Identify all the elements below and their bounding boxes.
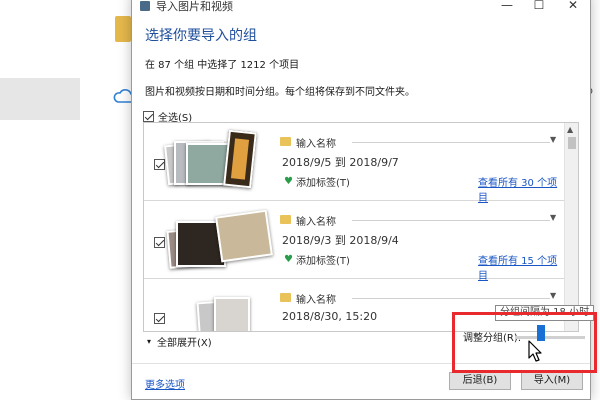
group-item: 输入名称 ▼ 2018/9/3 到 2018/9/4 ♥ 添加标签(T) 查看所… [144, 201, 565, 282]
mouse-cursor-icon [528, 340, 542, 362]
dialog-title: 导入图片和视频 [156, 0, 233, 13]
folder-icon [280, 137, 291, 146]
name-underline [352, 142, 550, 143]
import-button[interactable]: 导入(M) [521, 372, 583, 390]
expand-all-label: 全部展开(X) [157, 338, 212, 349]
group-thumbnails[interactable] [166, 285, 274, 331]
group-date-range: 2018/8/30, 15:20 [282, 310, 378, 323]
group-date-range: 2018/9/5 到 2018/9/7 [282, 156, 399, 169]
group-checkbox[interactable] [154, 159, 165, 170]
group-name-input[interactable]: 输入名称 [296, 213, 336, 228]
group-checkbox[interactable] [154, 237, 165, 248]
background-sidebar-item[interactable] [0, 78, 80, 120]
photos-app-icon [140, 1, 150, 11]
tag-icon: ♥ [284, 176, 293, 187]
view-all-link[interactable]: 查看所有 15 个项目 [478, 252, 565, 282]
group-date-range: 2018/9/3 到 2018/9/4 [282, 234, 399, 247]
thumbnail-photo [215, 209, 273, 263]
more-options-link[interactable]: 更多选项 [145, 376, 185, 391]
minimize-button[interactable]: — [492, 0, 522, 15]
tag-icon: ♥ [284, 254, 293, 265]
add-tag-label: 添加标签(T) [295, 178, 350, 189]
chevron-down-icon[interactable]: ▼ [550, 213, 556, 222]
folder-icon [280, 293, 291, 302]
back-button[interactable]: 后退(B) [449, 372, 511, 390]
folder-icon [280, 215, 291, 224]
list-scrollbar[interactable]: ▲ [564, 123, 578, 331]
expand-all-button[interactable]: ▾ 全部展开(X) [147, 334, 212, 349]
close-button[interactable]: ✕ [558, 0, 588, 15]
add-tag-button[interactable]: ♥ 添加标签(T) [284, 252, 350, 267]
maximize-button[interactable]: ☐ [524, 0, 554, 15]
chevron-down-icon[interactable]: ▼ [550, 291, 556, 300]
highlight-annotation [452, 312, 597, 373]
group-name-input[interactable]: 输入名称 [296, 135, 336, 150]
group-thumbnails[interactable] [164, 129, 274, 195]
view-all-link[interactable]: 查看所有 30 个项目 [478, 174, 565, 204]
page-title: 选择你要导入的组 [145, 28, 257, 44]
group-thumbnails[interactable] [166, 207, 274, 273]
select-all-checkbox[interactable] [143, 111, 154, 122]
name-underline [352, 298, 550, 299]
film-icon [223, 129, 257, 189]
scroll-up-arrow-icon[interactable]: ▲ [567, 125, 573, 134]
group-name-input[interactable]: 输入名称 [296, 291, 336, 306]
scrollbar-thumb[interactable] [568, 137, 576, 149]
add-tag-button[interactable]: ♥ 添加标签(T) [284, 174, 350, 189]
folder-icon [115, 16, 131, 42]
chevron-down-icon[interactable]: ▼ [550, 135, 556, 144]
chevron-down-icon: ▾ [147, 337, 152, 346]
group-list[interactable]: 输入名称 ▼ 2018/9/5 到 2018/9/7 ♥ 添加标签(T) 查看所… [143, 122, 579, 332]
selection-count: 在 87 个组 中选择了 1212 个项目 [145, 60, 300, 71]
grouping-description: 图片和视频按日期和时间分组。每个组将保存到不同文件夹。 [145, 87, 415, 98]
group-item: 输入名称 ▼ 2018/9/5 到 2018/9/7 ♥ 添加标签(T) 查看所… [144, 123, 565, 204]
add-tag-label: 添加标签(T) [295, 256, 350, 267]
thumbnail-photo [214, 297, 250, 331]
name-underline [352, 220, 550, 221]
title-bar: 导入图片和视频 — ☐ ✕ [132, 0, 590, 17]
group-checkbox[interactable] [154, 313, 165, 324]
